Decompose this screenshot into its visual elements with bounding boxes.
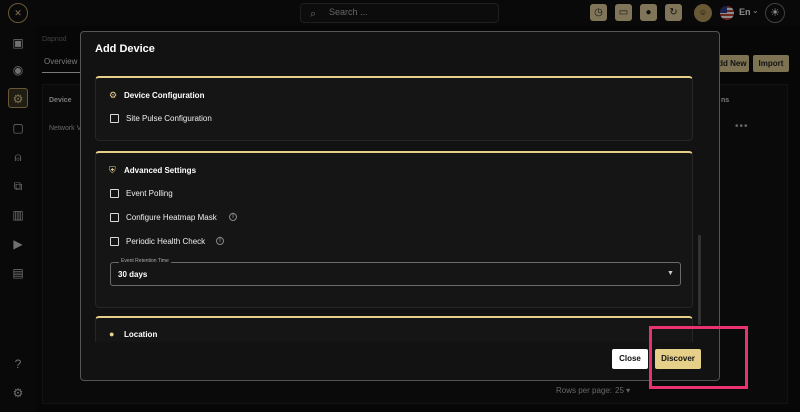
dialog-scroll-area[interactable]: ⚙ Device Configuration Site Pulse Config… (95, 76, 693, 342)
location-card: ● Location (95, 316, 693, 342)
checkbox-label: Event Polling (126, 189, 173, 198)
checkbox-label: Configure Heatmap Mask (126, 213, 217, 222)
heatmap-mask-checkbox[interactable] (110, 213, 119, 222)
scrollbar[interactable] (698, 235, 701, 325)
shield-icon: ⛨ (109, 165, 116, 175)
dropdown-arrow-icon: ▼ (667, 270, 674, 277)
site-pulse-checkbox[interactable] (110, 114, 119, 123)
select-value: 30 days (118, 270, 148, 279)
highlight-box (649, 326, 748, 389)
retention-time-select[interactable]: Event Retention Time 30 days ▼ (110, 258, 681, 286)
checkbox-label: Periodic Health Check (126, 237, 206, 246)
info-icon[interactable]: i (229, 213, 237, 221)
event-polling-checkbox[interactable] (110, 189, 119, 198)
gear-icon: ⚙ (109, 90, 118, 100)
card-title: Device Configuration (124, 91, 205, 100)
info-icon[interactable]: i (216, 237, 224, 245)
add-device-dialog: Add Device ⚙ Device Configuration Site P… (80, 31, 720, 381)
advanced-settings-card: ⛨ Advanced Settings Event Polling Config… (95, 151, 693, 308)
dialog-title: Add Device (95, 43, 155, 55)
checkbox-label: Site Pulse Configuration (126, 114, 212, 123)
periodic-health-checkbox[interactable] (110, 237, 119, 246)
select-legend: Event Retention Time (119, 258, 171, 264)
close-button[interactable]: Close (612, 349, 648, 369)
location-pin-icon: ● (109, 329, 115, 339)
device-configuration-card: ⚙ Device Configuration Site Pulse Config… (95, 76, 693, 141)
card-title: Location (124, 330, 158, 339)
card-title: Advanced Settings (124, 166, 197, 175)
